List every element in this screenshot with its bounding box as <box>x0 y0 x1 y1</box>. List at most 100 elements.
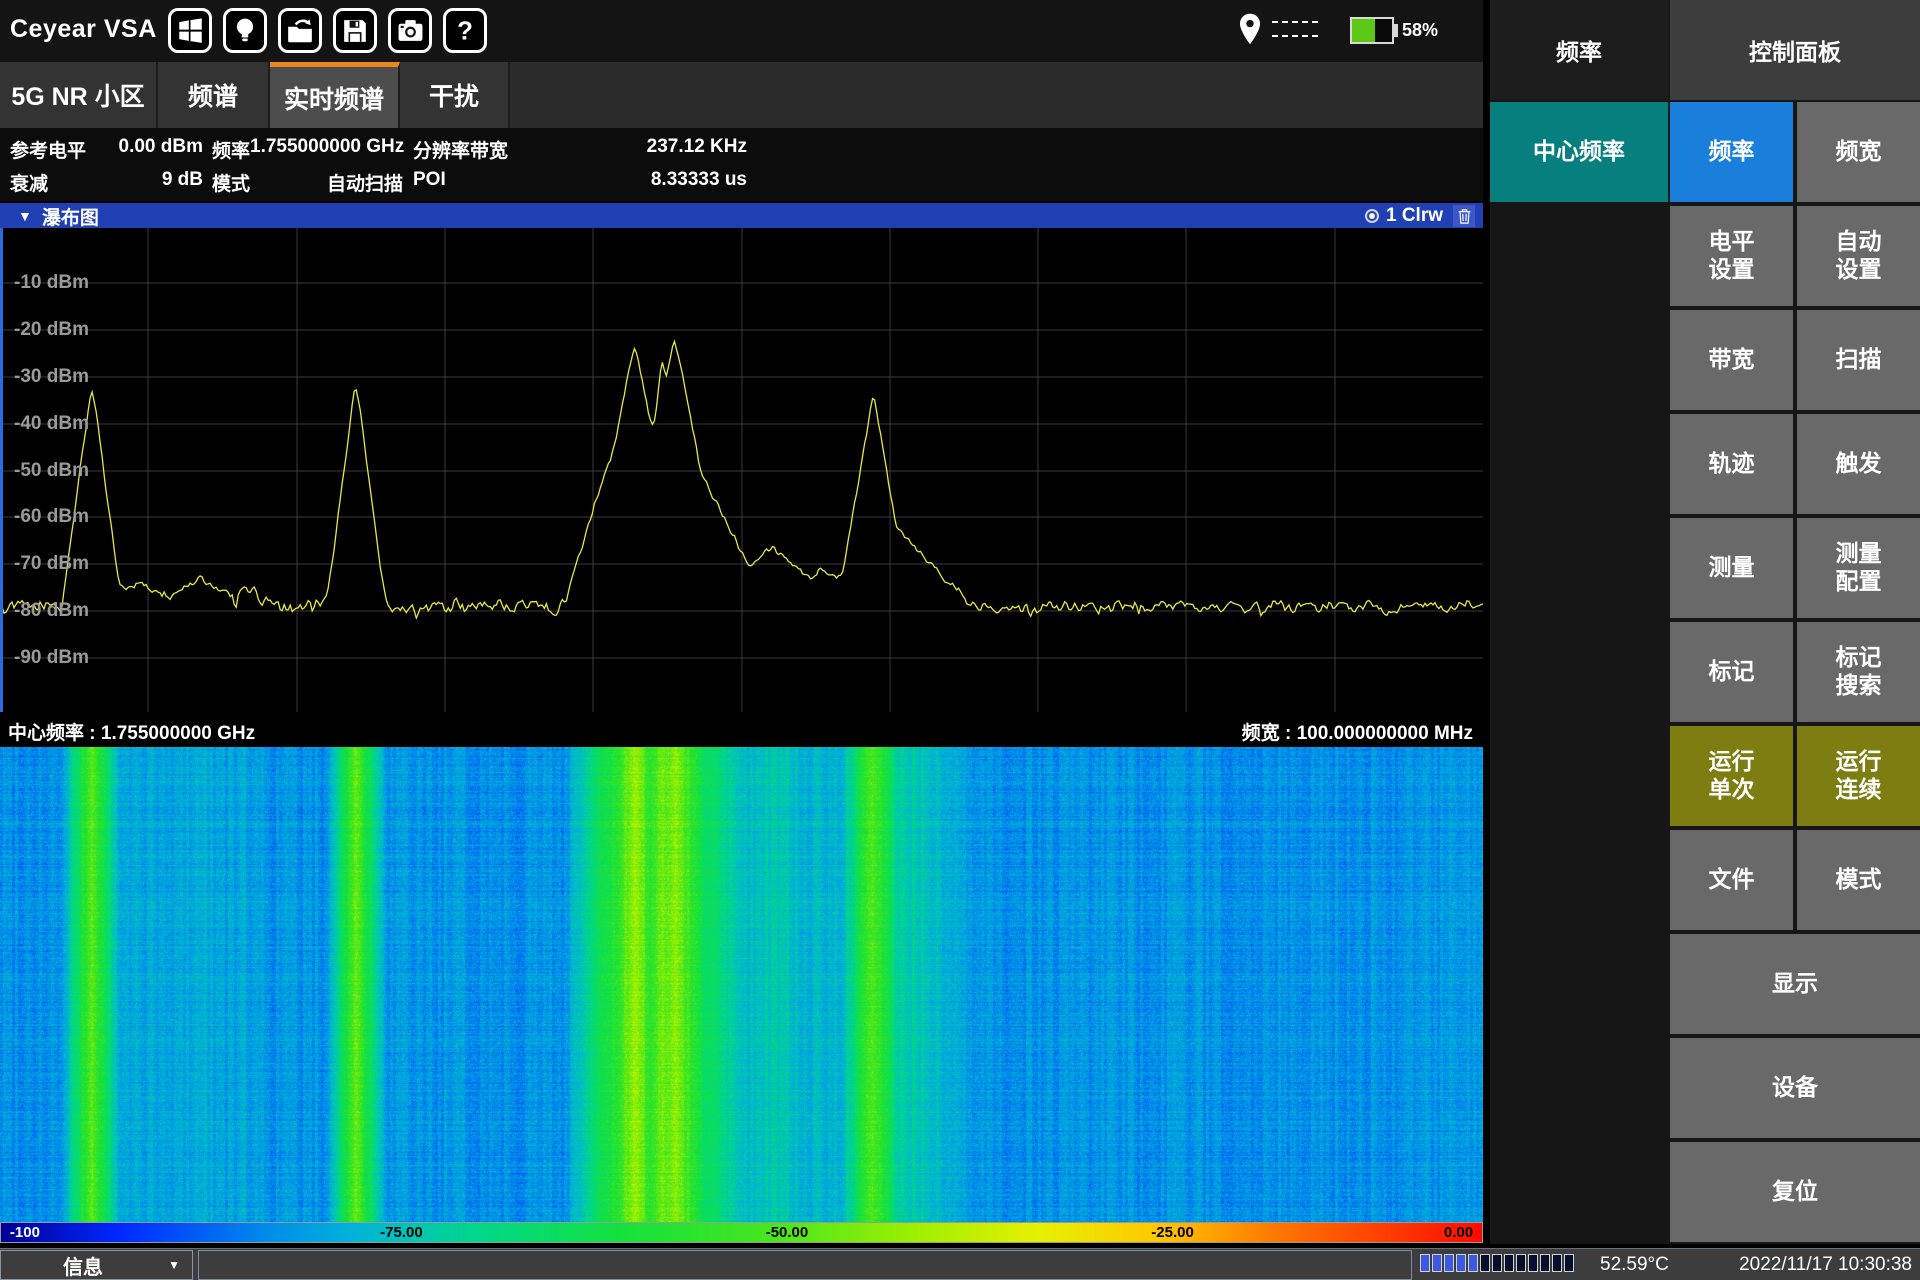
trace-marker-icon <box>1365 209 1379 223</box>
menu-title: 频率 <box>1490 0 1668 100</box>
windows-icon <box>177 17 204 44</box>
panel-button-r3c1[interactable]: 触发 <box>1797 414 1920 514</box>
param-label: POI <box>413 169 446 191</box>
param-value: 1.755000000 GHz <box>250 136 404 163</box>
bulb-button[interactable] <box>223 8 267 53</box>
windows-button[interactable] <box>168 8 212 53</box>
app-title: Ceyear VSA <box>10 15 157 44</box>
progress-segment <box>1540 1254 1550 1272</box>
panel-button-r6c0[interactable]: 运行 单次 <box>1670 726 1793 826</box>
progress-segment <box>1468 1254 1478 1272</box>
bulb-icon <box>233 17 257 45</box>
panel-button-r0c1[interactable]: 频宽 <box>1797 102 1920 202</box>
svg-text:?: ? <box>457 17 473 44</box>
progress-segment <box>1552 1254 1562 1272</box>
param-参考电平[interactable]: 参考电平0.00 dBm <box>10 136 203 163</box>
collapse-icon[interactable]: ▼ <box>18 208 32 224</box>
waterfall-display[interactable] <box>0 747 1483 1222</box>
y-axis-tick: -70 dBm <box>14 553 89 575</box>
progress-segment <box>1456 1254 1466 1272</box>
camera-icon <box>397 18 424 43</box>
y-axis-tick: -20 dBm <box>14 319 89 341</box>
colorbar-label: -50.00 <box>766 1224 809 1241</box>
menu-button-center-frequency[interactable]: 中心频率 <box>1490 102 1668 202</box>
frequency-footer: 中心频率 : 1.755000000 GHz 频宽 : 100.00000000… <box>0 712 1483 747</box>
panel-button-r6c1[interactable]: 运行 连续 <box>1797 726 1920 826</box>
tab-2[interactable]: 实时频谱 <box>270 62 400 128</box>
datetime-readout: 2022/11/17 10:30:38 <box>1739 1254 1912 1276</box>
open-file-button[interactable] <box>278 8 322 53</box>
y-axis-tick: -60 dBm <box>14 506 89 528</box>
param-POI[interactable]: POI8.33333 us <box>413 169 747 191</box>
plot-selected-edge <box>0 228 3 712</box>
param-衰减[interactable]: 衰减9 dB <box>10 169 203 196</box>
progress-segment <box>1432 1254 1442 1272</box>
top-bar: Ceyear VSA ? 58% <box>0 0 1483 62</box>
y-axis-tick: -80 dBm <box>14 600 89 622</box>
progress-segment <box>1504 1254 1514 1272</box>
trace-label: 1 Clrw <box>1386 205 1443 227</box>
param-频率[interactable]: 频率1.755000000 GHz <box>212 136 403 163</box>
y-axis-tick: -10 dBm <box>14 272 89 294</box>
panel-button-r5c1[interactable]: 标记 搜索 <box>1797 622 1920 722</box>
panel-button-reset[interactable]: 复位 <box>1670 1142 1920 1242</box>
location-pin-icon <box>1238 12 1262 46</box>
panel-button-r2c1[interactable]: 扫描 <box>1797 310 1920 410</box>
panel-button-r7c0[interactable]: 文件 <box>1670 830 1793 930</box>
help-button[interactable]: ? <box>443 8 487 53</box>
panel-button-r2c0[interactable]: 带宽 <box>1670 310 1793 410</box>
tab-0[interactable]: 5G NR 小区 <box>0 62 158 128</box>
y-axis-tick: -40 dBm <box>14 413 89 435</box>
panel-button-r4c0[interactable]: 测量 <box>1670 518 1793 618</box>
trace-chip: 1 Clrw <box>1365 205 1443 227</box>
panel-button-r3c0[interactable]: 轨迹 <box>1670 414 1793 514</box>
trash-icon[interactable] <box>1453 205 1475 227</box>
progress-indicator <box>1420 1254 1576 1272</box>
color-scale-bar: -100-75.00-50.00-25.000.00 <box>0 1222 1483 1243</box>
control-panel: 频率 控制面板 中心频率频率频宽电平 设置自动 设置带宽扫描轨迹触发测量测量 配… <box>1490 0 1920 1244</box>
info-dropdown[interactable]: 信息 ▼ <box>0 1250 193 1280</box>
param-模式[interactable]: 模式自动扫描 <box>212 169 403 196</box>
colorbar-label: -25.00 <box>1151 1224 1194 1241</box>
panel-button-display[interactable]: 显示 <box>1670 934 1920 1034</box>
panel-button-device[interactable]: 设备 <box>1670 1038 1920 1138</box>
panel-button-r4c1[interactable]: 测量 配置 <box>1797 518 1920 618</box>
param-label: 分辨率带宽 <box>413 136 508 163</box>
vsa-application: Ceyear VSA ? 58% X + 5G NR 小区频谱实时频谱干扰 参考… <box>0 0 1920 1280</box>
message-panel <box>198 1250 1412 1280</box>
spectrum-plot[interactable]: -10 dBm -20 dBm -30 dBm -40 dBm -50 dBm -60 d… <box>0 228 1483 712</box>
help-icon: ? <box>453 17 477 45</box>
window-title-bar[interactable]: ▼ 瀑布图 1 Clrw <box>0 203 1483 229</box>
battery-icon <box>1350 17 1394 44</box>
temperature-readout: 52.59°C <box>1600 1254 1669 1276</box>
progress-segment <box>1444 1254 1454 1272</box>
gps-dash-top <box>1272 21 1318 23</box>
y-axis-tick: -50 dBm <box>14 460 89 482</box>
save-button[interactable] <box>333 8 377 53</box>
camera-button[interactable] <box>388 8 432 53</box>
battery-percent: 58% <box>1402 20 1438 41</box>
param-value: 237.12 KHz <box>647 136 747 163</box>
colorbar-label: -100 <box>10 1224 40 1241</box>
param-label: 模式 <box>212 169 250 196</box>
gps-status <box>1238 12 1348 50</box>
panel-button-r5c0[interactable]: 标记 <box>1670 622 1793 722</box>
panel-button-r0c0[interactable]: 频率 <box>1670 102 1793 202</box>
progress-segment <box>1480 1254 1490 1272</box>
tab-3[interactable]: 干扰 <box>400 62 510 128</box>
window-title: 瀑布图 <box>42 203 99 230</box>
panel-button-r1c0[interactable]: 电平 设置 <box>1670 206 1793 306</box>
param-label: 衰减 <box>10 169 48 196</box>
tab-1[interactable]: 频谱 <box>158 62 270 128</box>
param-label: 参考电平 <box>10 136 86 163</box>
param-label: 频率 <box>212 136 250 163</box>
param-分辨率带宽[interactable]: 分辨率带宽 237.12 KHz <box>413 136 747 163</box>
colorbar-label: 0.00 <box>1444 1224 1473 1241</box>
panel-button-r7c1[interactable]: 模式 <box>1797 830 1920 930</box>
y-axis-tick: -90 dBm <box>14 647 89 669</box>
info-label: 信息 <box>63 1251 103 1280</box>
panel-button-r1c1[interactable]: 自动 设置 <box>1797 206 1920 306</box>
y-axis-tick: -30 dBm <box>14 366 89 388</box>
panel-title: 控制面板 <box>1670 0 1920 100</box>
center-frequency-label: 中心频率 : 1.755000000 GHz <box>8 718 255 745</box>
